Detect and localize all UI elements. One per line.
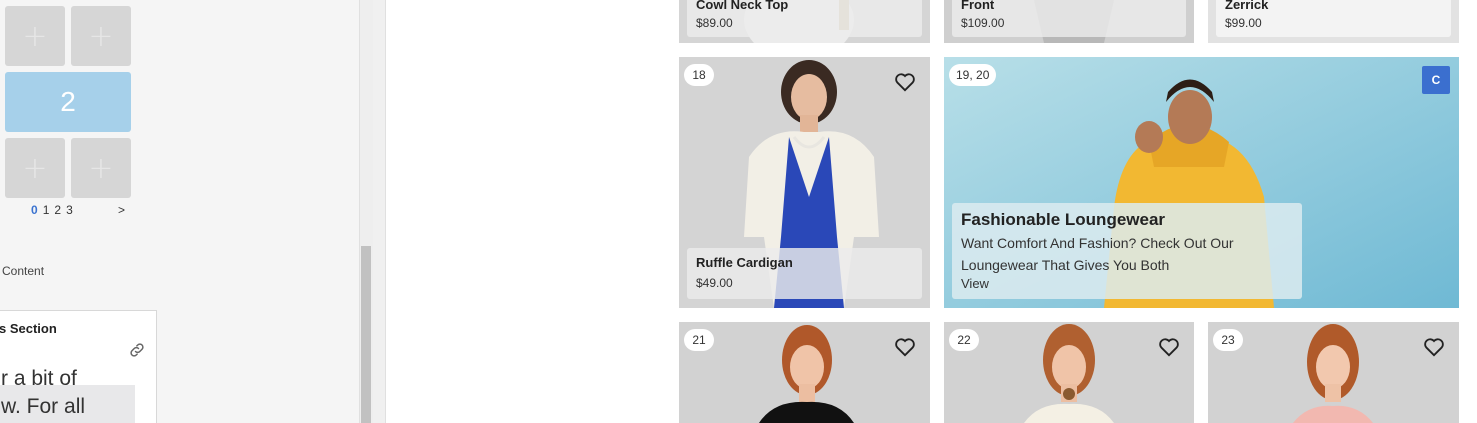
product-card[interactable]: Cowl Neck Top $89.00 xyxy=(679,0,930,43)
product-image xyxy=(1208,322,1459,423)
product-card[interactable]: 18 Ruffle Cardigan $49.00 xyxy=(679,57,930,308)
panel-divider[interactable] xyxy=(373,0,386,423)
content-type-badge: C xyxy=(1422,66,1450,94)
slot-number-badge: 23 xyxy=(1213,329,1243,351)
slot-number-badge: 22 xyxy=(949,329,979,351)
pager-page-0[interactable]: 0 xyxy=(31,203,38,217)
section-card-title: s Section xyxy=(0,321,57,336)
product-name: Ruffle Cardigan xyxy=(696,255,793,270)
product-price: $89.00 xyxy=(696,16,733,30)
pager-page-1[interactable]: 1 xyxy=(43,203,50,217)
product-info: Zerrick $99.00 xyxy=(1216,0,1451,37)
product-card[interactable]: 23 xyxy=(1208,322,1459,423)
plus-icon: + xyxy=(88,150,114,186)
product-price: $99.00 xyxy=(1225,16,1262,30)
plus-icon: + xyxy=(88,18,114,54)
add-slot-button[interactable]: + xyxy=(5,6,65,66)
product-name: Front xyxy=(961,0,995,12)
promo-title: Fashionable Loungewear xyxy=(961,210,1166,229)
heart-outline-icon[interactable] xyxy=(1158,337,1180,357)
product-price: $109.00 xyxy=(961,16,1005,30)
slot-number-badge: 18 xyxy=(684,64,714,86)
product-info: Cowl Neck Top $89.00 xyxy=(687,0,922,37)
product-name: Cowl Neck Top xyxy=(696,0,789,12)
heart-outline-icon[interactable] xyxy=(894,337,916,357)
product-card[interactable]: 22 xyxy=(944,322,1194,423)
product-info: Front $109.00 xyxy=(952,0,1186,37)
pager-page-2[interactable]: 2 xyxy=(54,203,61,217)
product-card[interactable]: Zerrick $99.00 xyxy=(1208,0,1459,43)
slot-number-badge: 21 xyxy=(684,329,714,351)
preview-text: r a bit of xyxy=(1,367,77,390)
plus-icon: + xyxy=(22,150,48,186)
heart-outline-icon[interactable] xyxy=(894,72,916,92)
panel-scrollbar-thumb[interactable] xyxy=(361,246,371,423)
product-card[interactable]: 21 xyxy=(679,322,930,423)
promo-banner[interactable]: 19, 20 C Fashionable Loungewear Want Com… xyxy=(944,57,1459,308)
section-label: Content xyxy=(2,264,45,278)
product-image xyxy=(679,322,930,423)
slot-number-badge: 19, 20 xyxy=(949,64,997,86)
section-card[interactable]: s Section r a bit of w. For all xyxy=(0,310,157,423)
product-card[interactable]: Front $109.00 xyxy=(944,0,1194,43)
preview-text: w. For all xyxy=(1,395,86,418)
product-name: Zerrick xyxy=(1225,0,1269,12)
plus-icon: + xyxy=(22,18,48,54)
add-slot-button[interactable]: + xyxy=(5,138,65,198)
pager-next-button[interactable]: > xyxy=(118,203,125,217)
promo-info: Fashionable Loungewear Want Comfort And … xyxy=(952,203,1302,299)
link-icon[interactable] xyxy=(128,341,146,359)
product-price: $49.00 xyxy=(696,276,733,290)
promo-view-link[interactable]: View xyxy=(961,276,1293,291)
layout-pager: 0 1 2 3 xyxy=(31,203,73,217)
product-info: Ruffle Cardigan $49.00 xyxy=(687,248,922,299)
heart-outline-icon[interactable] xyxy=(1423,337,1445,357)
promo-description-line: Loungewear That Gives You Both xyxy=(961,257,1170,273)
product-image xyxy=(944,322,1194,423)
promo-description-line: Want Comfort And Fashion? Check Out Our xyxy=(961,235,1234,251)
page-root: + + 2 + + 0 1 2 3 > Content s Section r … xyxy=(0,0,1477,423)
slot-number: 2 xyxy=(60,86,76,117)
pager-page-3[interactable]: 3 xyxy=(66,203,73,217)
active-slot-tile[interactable]: 2 xyxy=(5,72,131,132)
builder-panel: + + 2 + + 0 1 2 3 > Content s Section r … xyxy=(0,0,359,423)
add-slot-button[interactable]: + xyxy=(71,6,131,66)
add-slot-button[interactable]: + xyxy=(71,138,131,198)
